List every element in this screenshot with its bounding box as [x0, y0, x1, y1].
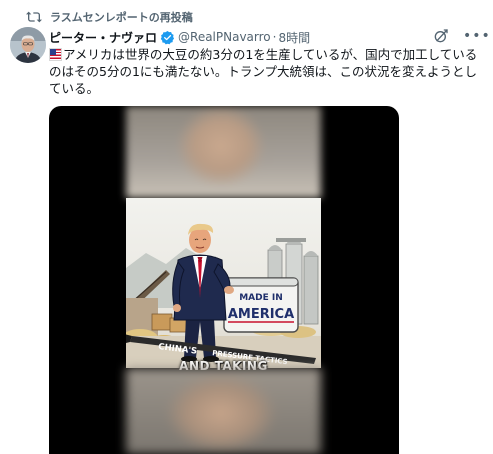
tweet-text: アメリカは世界の大豆の約3分の1を生産しているが、国内で加工しているのはその5分…	[49, 46, 481, 97]
repost-context[interactable]: ラスムセンレポートの再投稿	[26, 8, 193, 26]
sign-line-1: MADE IN	[239, 293, 283, 303]
avatar-image	[10, 27, 46, 63]
header-actions: •••	[433, 28, 490, 44]
us-flag-icon	[49, 48, 62, 61]
sign-line-2: AMERICA	[228, 307, 294, 322]
verified-badge-icon[interactable]	[160, 30, 175, 45]
tweet-body: アメリカは世界の大豆の約3分の1を生産しているが、国内で加工しているのはその5分…	[49, 47, 478, 96]
grok-icon[interactable]	[433, 28, 449, 44]
tweet-time[interactable]: 8時間	[278, 29, 310, 46]
illustration: MADE IN AMERICA CHINA'S PRESSURE TACTICS	[126, 198, 321, 368]
media-frame: MADE IN AMERICA CHINA'S PRESSURE TACTICS…	[126, 106, 321, 454]
author-display-name[interactable]: ピーター・ナヴァロ	[49, 29, 157, 46]
tweet-header: ピーター・ナヴァロ @RealPNavarro · 8時間 •••	[49, 28, 490, 46]
blurred-portrait-bottom	[126, 368, 321, 454]
repost-icon	[26, 11, 42, 23]
author-handle[interactable]: @RealPNavarro	[178, 30, 271, 44]
blurred-portrait-top	[126, 106, 321, 198]
more-icon[interactable]: •••	[463, 28, 490, 44]
repost-label[interactable]: ラスムセンレポートの再投稿	[50, 9, 193, 25]
avatar[interactable]	[10, 27, 46, 63]
illustration-svg: MADE IN AMERICA CHINA'S PRESSURE TACTICS	[126, 223, 321, 368]
header-separator: ·	[272, 30, 277, 44]
media-video[interactable]: MADE IN AMERICA CHINA'S PRESSURE TACTICS…	[49, 106, 399, 454]
